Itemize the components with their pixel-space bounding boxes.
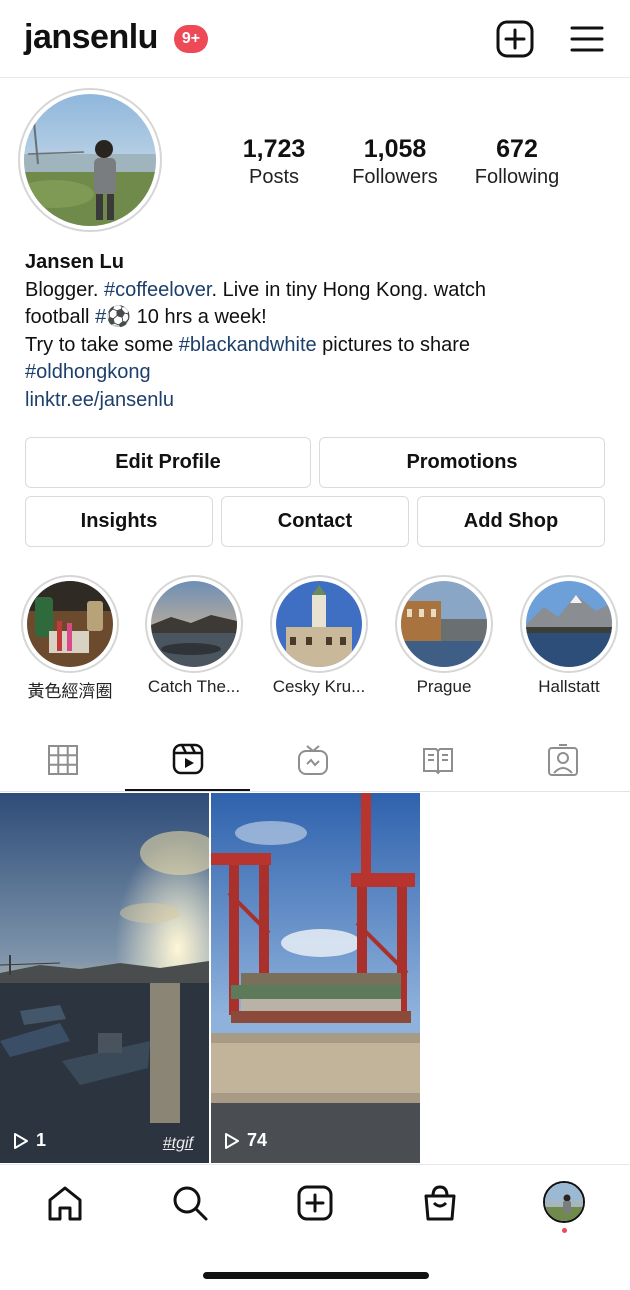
story-highlight[interactable]: 黃色經濟圈: [15, 575, 125, 702]
followers-label: Followers: [352, 166, 438, 188]
bio-line-4: #oldhongkong: [25, 359, 605, 387]
reel-image: [0, 793, 209, 1163]
search-icon[interactable]: [170, 1183, 210, 1223]
profile-content-tabs: [0, 728, 630, 792]
highlight-ring: [520, 575, 618, 673]
bottom-navigation: [0, 1164, 630, 1290]
followers-stat[interactable]: 1,058 Followers: [330, 134, 460, 190]
posts-stat[interactable]: 1,723 Posts: [209, 134, 339, 190]
highlight-cover: [151, 581, 237, 667]
activity-dot: [562, 1228, 567, 1233]
home-indicator: [203, 1272, 429, 1279]
contact-button[interactable]: Contact: [221, 496, 409, 547]
home-icon[interactable]: [45, 1183, 85, 1223]
play-icon: [14, 1132, 28, 1149]
following-count: 672: [496, 135, 538, 163]
guides-tab[interactable]: [375, 728, 500, 791]
tagged-icon: [547, 743, 578, 776]
hashtag-link[interactable]: #oldhongkong: [25, 361, 151, 383]
edit-profile-button[interactable]: Edit Profile: [25, 437, 311, 488]
highlight-label: Prague: [416, 677, 472, 696]
highlight-label: 黃色經濟圈: [27, 682, 113, 701]
reel-view-count: 1: [12, 1130, 46, 1151]
highlight-ring: [145, 575, 243, 673]
profile-avatar[interactable]: [543, 1181, 585, 1223]
following-label: Following: [474, 166, 560, 188]
reel-thumbnail[interactable]: 74: [211, 793, 420, 1163]
notification-badge[interactable]: 9+: [174, 25, 208, 53]
shop-icon[interactable]: [420, 1183, 460, 1223]
bio-text: Blogger.: [25, 278, 104, 301]
following-stat[interactable]: 672 Following: [452, 134, 582, 190]
story-highlight[interactable]: Catch The...: [139, 575, 249, 697]
reels-icon: [172, 743, 203, 774]
story-highlight[interactable]: Prague: [389, 575, 499, 697]
highlight-ring: [395, 575, 493, 673]
new-post-icon[interactable]: [496, 20, 534, 58]
highlight-label: Catch The...: [147, 677, 241, 696]
promotions-button[interactable]: Promotions: [319, 437, 605, 488]
highlight-label: Hallstatt: [538, 677, 600, 696]
hashtag-link[interactable]: #⚽: [95, 306, 131, 328]
grid-icon: [47, 744, 78, 775]
story-highlight[interactable]: Cesky Kru...: [264, 575, 374, 697]
highlight-cover: [27, 581, 113, 667]
tagged-tab[interactable]: [500, 728, 625, 791]
bio-line-1: Blogger. #coffeelover. Live in tiny Hong…: [25, 277, 605, 305]
profile-name: Jansen Lu: [25, 251, 124, 273]
new-post-icon[interactable]: [295, 1183, 335, 1223]
bio-text: football: [25, 306, 96, 328]
highlight-cover: [526, 581, 612, 667]
play-icon: [225, 1132, 239, 1149]
reel-thumbnail[interactable]: 1 #tgif: [0, 793, 209, 1163]
bio-text: . Live in tiny Hong Kong. watch: [211, 278, 487, 301]
insights-button[interactable]: Insights: [25, 496, 213, 547]
reel-hashtag: #tgif: [162, 1135, 193, 1152]
bio-text: 10 hrs a week!: [131, 306, 267, 328]
menu-icon[interactable]: [568, 20, 606, 58]
reels-tab[interactable]: [125, 728, 250, 791]
profile-website-link[interactable]: linktr.ee/jansenlu: [25, 387, 605, 415]
profile-bio: Jansen Lu Blogger. #coffeelover. Live in…: [25, 249, 605, 414]
posts-count: 1,723: [242, 135, 306, 163]
highlight-cover: [401, 581, 487, 667]
reel-image: [211, 793, 420, 1163]
bio-text: Try to take some: [25, 333, 179, 356]
highlight-cover: [276, 581, 362, 667]
hashtag-link[interactable]: #coffeelover: [104, 279, 212, 301]
add-shop-button[interactable]: Add Shop: [417, 496, 605, 547]
top-bar: jansenlu 9+: [0, 0, 630, 78]
bio-line-2: football #⚽ 10 hrs a week!: [25, 304, 605, 332]
guides-icon: [422, 747, 453, 774]
account-username[interactable]: jansenlu: [24, 18, 158, 57]
grid-tab[interactable]: [0, 728, 125, 791]
bio-line-3: Try to take some #blackandwhite pictures…: [25, 332, 605, 360]
posts-label: Posts: [248, 166, 300, 188]
igtv-icon: [297, 744, 328, 775]
highlight-ring: [270, 575, 368, 673]
view-count: 1: [36, 1130, 47, 1150]
story-highlight[interactable]: Hallstatt: [514, 575, 624, 697]
reel-view-count: 74: [223, 1130, 267, 1151]
highlight-ring: [21, 575, 119, 673]
igtv-tab[interactable]: [250, 728, 375, 791]
view-count: 74: [247, 1130, 268, 1150]
profile-avatar[interactable]: [24, 94, 156, 226]
bio-text: pictures to share: [316, 333, 471, 356]
hashtag-link[interactable]: #blackandwhite: [179, 334, 317, 356]
highlight-label: Cesky Kru...: [272, 677, 366, 696]
followers-count: 1,058: [363, 135, 427, 163]
